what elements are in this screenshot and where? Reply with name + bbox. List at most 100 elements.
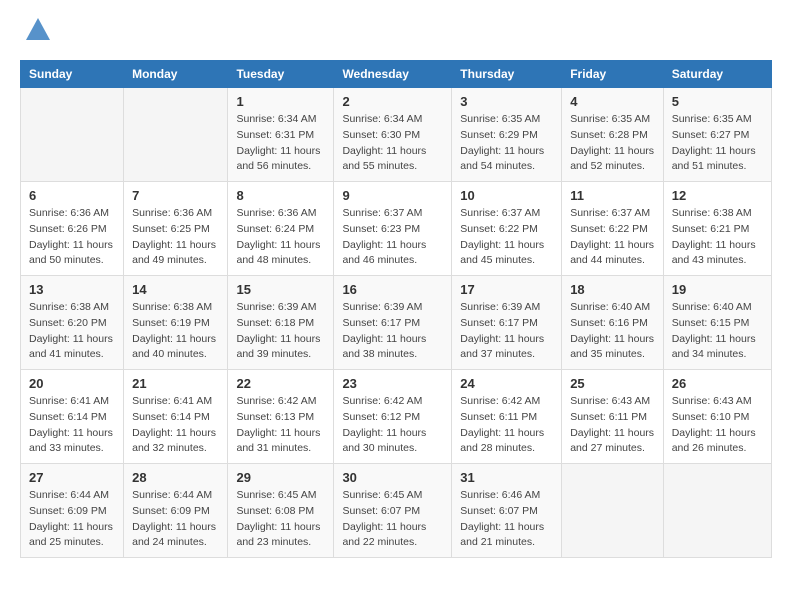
calendar-cell xyxy=(21,88,124,182)
day-number: 22 xyxy=(236,376,325,391)
calendar-cell: 10Sunrise: 6:37 AMSunset: 6:22 PMDayligh… xyxy=(452,182,562,276)
day-info: Sunrise: 6:36 AMSunset: 6:24 PMDaylight:… xyxy=(236,206,325,269)
calendar-cell: 20 Sunrise: 6:41 AMSunset: 6:14 PMDayligh… xyxy=(21,370,124,464)
day-info: Sunrise: 6:41 AMSunset: 6:14 PMDaylight:… xyxy=(29,394,115,457)
day-info: Sunrise: 6:39 AMSunset: 6:18 PMDaylight:… xyxy=(236,300,325,363)
day-info: Sunrise: 6:45 AMSunset: 6:07 PMDaylight:… xyxy=(342,488,443,551)
day-info: Sunrise: 6:37 AMSunset: 6:22 PMDaylight:… xyxy=(460,206,553,269)
day-number: 3 xyxy=(460,94,553,109)
day-number: 26 xyxy=(672,376,763,391)
calendar-cell: 25Sunrise: 6:43 AMSunset: 6:11 PMDayligh… xyxy=(562,370,664,464)
weekday-header-row: SundayMondayTuesdayWednesdayThursdayFrid… xyxy=(21,61,772,88)
day-number: 18 xyxy=(570,282,655,297)
day-info: Sunrise: 6:35 AMSunset: 6:29 PMDaylight:… xyxy=(460,112,553,175)
calendar-cell: 23 Sunrise: 6:42 AMSunset: 6:12 PMDayligh… xyxy=(334,370,452,464)
day-info: Sunrise: 6:34 AMSunset: 6:31 PMDaylight:… xyxy=(236,112,325,175)
day-number: 13 xyxy=(29,282,115,297)
calendar-cell: 15 Sunrise: 6:39 AMSunset: 6:18 PMDayligh… xyxy=(228,276,334,370)
day-number: 29 xyxy=(236,470,325,485)
day-number: 4 xyxy=(570,94,655,109)
weekday-header: Sunday xyxy=(21,61,124,88)
day-number: 2 xyxy=(342,94,443,109)
day-info: Sunrise: 6:46 AMSunset: 6:07 PMDaylight:… xyxy=(460,488,553,551)
day-info: Sunrise: 6:42 AMSunset: 6:13 PMDaylight:… xyxy=(236,394,325,457)
day-number: 23 xyxy=(342,376,443,391)
day-number: 19 xyxy=(672,282,763,297)
day-number: 11 xyxy=(570,188,655,203)
day-info: Sunrise: 6:41 AMSunset: 6:14 PMDaylight:… xyxy=(132,394,219,457)
calendar-cell: 31Sunrise: 6:46 AMSunset: 6:07 PMDayligh… xyxy=(452,464,562,558)
day-number: 12 xyxy=(672,188,763,203)
day-info: Sunrise: 6:36 AMSunset: 6:26 PMDaylight:… xyxy=(29,206,115,269)
day-number: 7 xyxy=(132,188,219,203)
calendar-cell: 2 Sunrise: 6:34 AMSunset: 6:30 PMDaylight… xyxy=(334,88,452,182)
calendar-cell: 11Sunrise: 6:37 AMSunset: 6:22 PMDayligh… xyxy=(562,182,664,276)
calendar-cell: 13Sunrise: 6:38 AMSunset: 6:20 PMDayligh… xyxy=(21,276,124,370)
calendar-cell: 28 Sunrise: 6:44 AMSunset: 6:09 PMDayligh… xyxy=(124,464,228,558)
day-info: Sunrise: 6:34 AMSunset: 6:30 PMDaylight:… xyxy=(342,112,443,175)
logo-icon xyxy=(24,16,52,44)
calendar-week-row: 6 Sunrise: 6:36 AMSunset: 6:26 PMDaylight… xyxy=(21,182,772,276)
logo xyxy=(20,20,52,44)
day-info: Sunrise: 6:39 AMSunset: 6:17 PMDaylight:… xyxy=(460,300,553,363)
day-number: 6 xyxy=(29,188,115,203)
calendar-cell xyxy=(663,464,771,558)
calendar-cell: 26 Sunrise: 6:43 AMSunset: 6:10 PMDayligh… xyxy=(663,370,771,464)
day-number: 14 xyxy=(132,282,219,297)
calendar-cell: 18 Sunrise: 6:40 AMSunset: 6:16 PMDayligh… xyxy=(562,276,664,370)
weekday-header: Thursday xyxy=(452,61,562,88)
day-info: Sunrise: 6:37 AMSunset: 6:23 PMDaylight:… xyxy=(342,206,443,269)
calendar-cell: 27Sunrise: 6:44 AMSunset: 6:09 PMDayligh… xyxy=(21,464,124,558)
calendar-cell: 17 Sunrise: 6:39 AMSunset: 6:17 PMDayligh… xyxy=(452,276,562,370)
page-header xyxy=(20,20,772,44)
calendar-cell: 3 Sunrise: 6:35 AMSunset: 6:29 PMDaylight… xyxy=(452,88,562,182)
day-number: 24 xyxy=(460,376,553,391)
day-number: 28 xyxy=(132,470,219,485)
calendar-cell: 14 Sunrise: 6:38 AMSunset: 6:19 PMDayligh… xyxy=(124,276,228,370)
day-info: Sunrise: 6:44 AMSunset: 6:09 PMDaylight:… xyxy=(132,488,219,551)
calendar-cell: 1 Sunrise: 6:34 AMSunset: 6:31 PMDaylight… xyxy=(228,88,334,182)
calendar-cell: 4 Sunrise: 6:35 AMSunset: 6:28 PMDaylight… xyxy=(562,88,664,182)
day-info: Sunrise: 6:44 AMSunset: 6:09 PMDaylight:… xyxy=(29,488,115,551)
weekday-header: Wednesday xyxy=(334,61,452,88)
calendar-cell: 6 Sunrise: 6:36 AMSunset: 6:26 PMDaylight… xyxy=(21,182,124,276)
day-number: 17 xyxy=(460,282,553,297)
day-number: 16 xyxy=(342,282,443,297)
day-info: Sunrise: 6:38 AMSunset: 6:21 PMDaylight:… xyxy=(672,206,763,269)
calendar-cell: 22 Sunrise: 6:42 AMSunset: 6:13 PMDayligh… xyxy=(228,370,334,464)
calendar-cell: 29 Sunrise: 6:45 AMSunset: 6:08 PMDayligh… xyxy=(228,464,334,558)
day-info: Sunrise: 6:42 AMSunset: 6:12 PMDaylight:… xyxy=(342,394,443,457)
day-number: 1 xyxy=(236,94,325,109)
calendar-week-row: 20 Sunrise: 6:41 AMSunset: 6:14 PMDayligh… xyxy=(21,370,772,464)
day-info: Sunrise: 6:39 AMSunset: 6:17 PMDaylight:… xyxy=(342,300,443,363)
calendar-week-row: 13Sunrise: 6:38 AMSunset: 6:20 PMDayligh… xyxy=(21,276,772,370)
day-number: 30 xyxy=(342,470,443,485)
day-number: 9 xyxy=(342,188,443,203)
day-number: 5 xyxy=(672,94,763,109)
calendar-cell: 8 Sunrise: 6:36 AMSunset: 6:24 PMDaylight… xyxy=(228,182,334,276)
calendar-week-row: 27Sunrise: 6:44 AMSunset: 6:09 PMDayligh… xyxy=(21,464,772,558)
day-info: Sunrise: 6:43 AMSunset: 6:11 PMDaylight:… xyxy=(570,394,655,457)
calendar-cell: 21 Sunrise: 6:41 AMSunset: 6:14 PMDayligh… xyxy=(124,370,228,464)
weekday-header: Friday xyxy=(562,61,664,88)
day-number: 20 xyxy=(29,376,115,391)
calendar-cell: 16 Sunrise: 6:39 AMSunset: 6:17 PMDayligh… xyxy=(334,276,452,370)
calendar-cell: 19Sunrise: 6:40 AMSunset: 6:15 PMDayligh… xyxy=(663,276,771,370)
day-info: Sunrise: 6:36 AMSunset: 6:25 PMDaylight:… xyxy=(132,206,219,269)
day-info: Sunrise: 6:45 AMSunset: 6:08 PMDaylight:… xyxy=(236,488,325,551)
calendar-cell xyxy=(124,88,228,182)
day-info: Sunrise: 6:40 AMSunset: 6:16 PMDaylight:… xyxy=(570,300,655,363)
day-number: 8 xyxy=(236,188,325,203)
calendar-cell: 30 Sunrise: 6:45 AMSunset: 6:07 PMDayligh… xyxy=(334,464,452,558)
calendar-cell: 5 Sunrise: 6:35 AMSunset: 6:27 PMDaylight… xyxy=(663,88,771,182)
day-number: 21 xyxy=(132,376,219,391)
weekday-header: Monday xyxy=(124,61,228,88)
weekday-header: Tuesday xyxy=(228,61,334,88)
calendar-cell: 9 Sunrise: 6:37 AMSunset: 6:23 PMDaylight… xyxy=(334,182,452,276)
day-info: Sunrise: 6:38 AMSunset: 6:19 PMDaylight:… xyxy=(132,300,219,363)
day-info: Sunrise: 6:35 AMSunset: 6:28 PMDaylight:… xyxy=(570,112,655,175)
day-info: Sunrise: 6:43 AMSunset: 6:10 PMDaylight:… xyxy=(672,394,763,457)
day-number: 15 xyxy=(236,282,325,297)
calendar-cell xyxy=(562,464,664,558)
day-info: Sunrise: 6:35 AMSunset: 6:27 PMDaylight:… xyxy=(672,112,763,175)
